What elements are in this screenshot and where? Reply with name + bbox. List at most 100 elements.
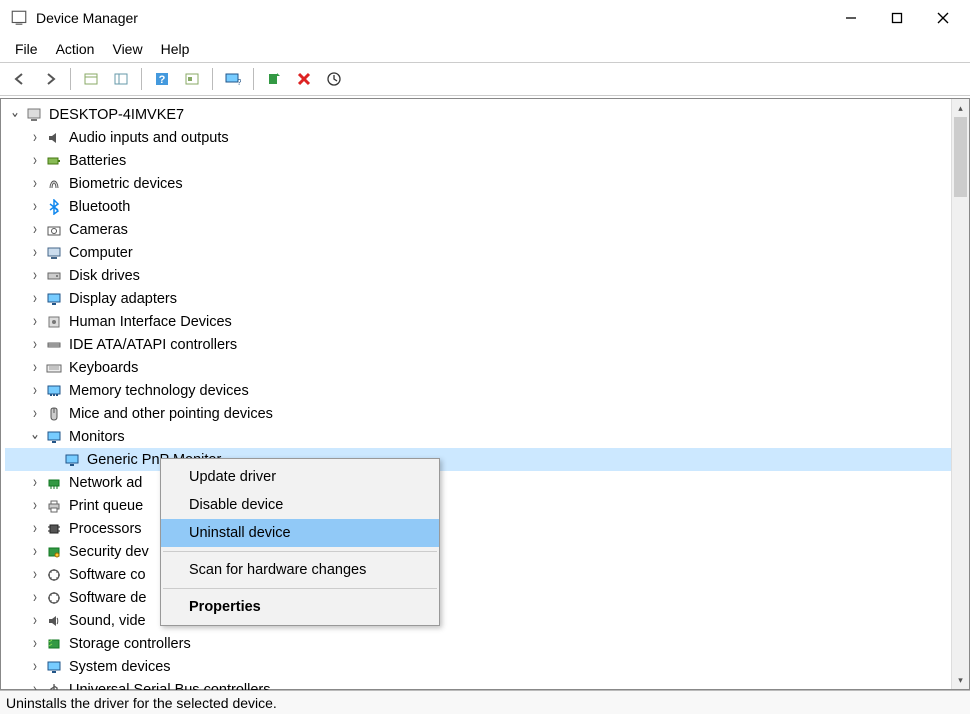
tree-category[interactable]: Security dev bbox=[5, 540, 969, 563]
speaker-icon bbox=[45, 129, 63, 147]
expand-icon[interactable] bbox=[29, 636, 40, 652]
node-label: Monitors bbox=[69, 429, 125, 445]
expand-icon[interactable] bbox=[29, 659, 40, 675]
expand-icon[interactable] bbox=[29, 268, 40, 284]
tree-category[interactable]: Audio inputs and outputs bbox=[5, 126, 969, 149]
tree-category[interactable]: Bluetooth bbox=[5, 195, 969, 218]
expand-icon[interactable] bbox=[29, 383, 40, 399]
menu-action[interactable]: Action bbox=[47, 38, 104, 60]
tree-category[interactable]: Processors bbox=[5, 517, 969, 540]
scan-button[interactable] bbox=[320, 66, 348, 92]
tree-view-button[interactable] bbox=[107, 66, 135, 92]
tree-category[interactable]: Software de bbox=[5, 586, 969, 609]
scroll-down-button[interactable]: ▾ bbox=[952, 671, 969, 689]
uninstall-button[interactable] bbox=[290, 66, 318, 92]
expand-icon[interactable] bbox=[29, 521, 40, 537]
tree-device[interactable]: Generic PnP Monitor bbox=[5, 448, 969, 471]
tree-category[interactable]: Monitors bbox=[5, 425, 969, 448]
toolbar-separator bbox=[253, 68, 254, 90]
expand-icon[interactable] bbox=[29, 613, 40, 629]
node-label: Disk drives bbox=[69, 268, 140, 284]
forward-button[interactable] bbox=[36, 66, 64, 92]
expand-icon[interactable] bbox=[29, 199, 40, 215]
ctx-disable-device[interactable]: Disable device bbox=[161, 491, 439, 519]
node-label: Biometric devices bbox=[69, 176, 183, 192]
scroll-up-button[interactable]: ▴ bbox=[952, 99, 969, 117]
tree-category[interactable]: System devices bbox=[5, 655, 969, 678]
help-button[interactable]: ? bbox=[148, 66, 176, 92]
close-button[interactable] bbox=[920, 3, 966, 33]
tree-category[interactable]: Memory technology devices bbox=[5, 379, 969, 402]
security-icon bbox=[45, 543, 63, 561]
computer-icon bbox=[45, 244, 63, 262]
expand-icon[interactable] bbox=[29, 360, 40, 376]
minimize-button[interactable] bbox=[828, 3, 874, 33]
back-button[interactable] bbox=[6, 66, 34, 92]
expand-icon[interactable] bbox=[9, 107, 20, 123]
expand-icon[interactable] bbox=[29, 337, 40, 353]
tree-category[interactable]: Display adapters bbox=[5, 287, 969, 310]
node-label: Memory technology devices bbox=[69, 383, 249, 399]
scroll-thumb[interactable] bbox=[954, 117, 967, 197]
fingerprint-icon bbox=[45, 175, 63, 193]
tree-category[interactable]: Computer bbox=[5, 241, 969, 264]
expand-icon[interactable] bbox=[29, 314, 40, 330]
device-tree[interactable]: DESKTOP-4IMVKE7Audio inputs and outputsB… bbox=[1, 99, 969, 701]
tree-category[interactable]: Keyboards bbox=[5, 356, 969, 379]
tree-category[interactable]: Storage controllers bbox=[5, 632, 969, 655]
expand-icon[interactable] bbox=[29, 153, 40, 169]
memory-icon bbox=[45, 382, 63, 400]
tree-category[interactable]: Sound, vide bbox=[5, 609, 969, 632]
node-label: Print queue bbox=[69, 498, 143, 514]
expand-icon[interactable] bbox=[29, 429, 40, 445]
monitor-help-button[interactable]: ? bbox=[219, 66, 247, 92]
ctx-scan-hardware[interactable]: Scan for hardware changes bbox=[161, 556, 439, 584]
tree-root[interactable]: DESKTOP-4IMVKE7 bbox=[5, 103, 969, 126]
expand-icon[interactable] bbox=[29, 567, 40, 583]
properties-button[interactable] bbox=[178, 66, 206, 92]
device-tree-panel: DESKTOP-4IMVKE7Audio inputs and outputsB… bbox=[0, 98, 970, 690]
scrollbar[interactable]: ▴ ▾ bbox=[951, 99, 969, 689]
menu-help[interactable]: Help bbox=[152, 38, 199, 60]
node-label: IDE ATA/ATAPI controllers bbox=[69, 337, 237, 353]
svg-text:?: ? bbox=[159, 74, 166, 86]
status-text: Uninstalls the driver for the selected d… bbox=[6, 695, 277, 711]
menu-file[interactable]: File bbox=[6, 38, 47, 60]
ctx-properties[interactable]: Properties bbox=[161, 593, 439, 621]
tree-category[interactable]: Mice and other pointing devices bbox=[5, 402, 969, 425]
tree-category[interactable]: Software co bbox=[5, 563, 969, 586]
show-hidden-button[interactable] bbox=[77, 66, 105, 92]
node-label: Bluetooth bbox=[69, 199, 130, 215]
expand-icon[interactable] bbox=[29, 176, 40, 192]
tree-category[interactable]: Print queue bbox=[5, 494, 969, 517]
toolbar: ? ? bbox=[0, 62, 970, 96]
tree-category[interactable]: Network ad bbox=[5, 471, 969, 494]
titlebar: Device Manager bbox=[0, 0, 970, 36]
update-driver-button[interactable] bbox=[260, 66, 288, 92]
node-label: Computer bbox=[69, 245, 133, 261]
tree-category[interactable]: Disk drives bbox=[5, 264, 969, 287]
expand-icon[interactable] bbox=[29, 544, 40, 560]
maximize-button[interactable] bbox=[874, 3, 920, 33]
network-icon bbox=[45, 474, 63, 492]
expand-icon[interactable] bbox=[29, 245, 40, 261]
toolbar-separator bbox=[70, 68, 71, 90]
expand-icon[interactable] bbox=[29, 475, 40, 491]
tree-category[interactable]: IDE ATA/ATAPI controllers bbox=[5, 333, 969, 356]
ctx-update-driver[interactable]: Update driver bbox=[161, 463, 439, 491]
menu-view[interactable]: View bbox=[103, 38, 151, 60]
tree-category[interactable]: Cameras bbox=[5, 218, 969, 241]
expand-icon[interactable] bbox=[29, 498, 40, 514]
app-icon bbox=[10, 9, 28, 27]
expand-icon[interactable] bbox=[29, 406, 40, 422]
context-menu: Update driver Disable device Uninstall d… bbox=[160, 458, 440, 626]
expand-icon[interactable] bbox=[29, 590, 40, 606]
expand-icon[interactable] bbox=[29, 222, 40, 238]
node-label: Storage controllers bbox=[69, 636, 191, 652]
expand-icon[interactable] bbox=[29, 291, 40, 307]
tree-category[interactable]: Batteries bbox=[5, 149, 969, 172]
expand-icon[interactable] bbox=[29, 130, 40, 146]
ctx-uninstall-device[interactable]: Uninstall device bbox=[161, 519, 439, 547]
tree-category[interactable]: Human Interface Devices bbox=[5, 310, 969, 333]
tree-category[interactable]: Biometric devices bbox=[5, 172, 969, 195]
